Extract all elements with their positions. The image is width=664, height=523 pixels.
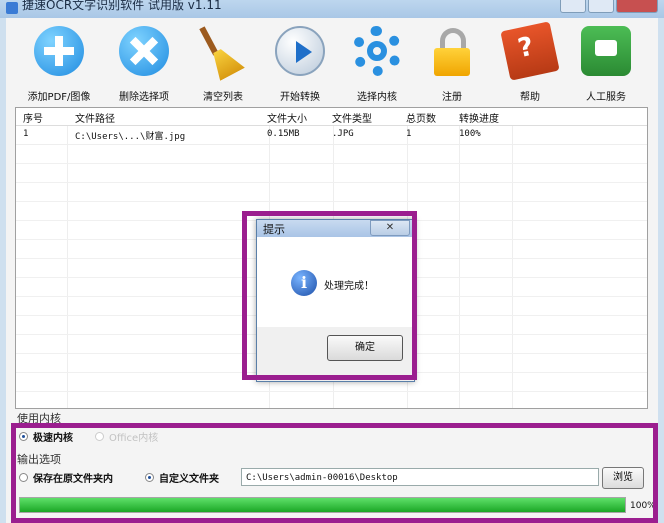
row-pages: 1 (406, 129, 412, 139)
window-title: 捷速OCR文字识别软件 试用版 v1.11 (22, 0, 222, 12)
table-header: 序号 文件路径 文件大小 文件类型 总页数 转换进度 (16, 108, 647, 126)
row-index: 1 (23, 129, 29, 139)
toolbar: 添加PDF/图像 删除选择项 清空列表 开始转换 选择内核 注册 帮助 人工服 (6, 18, 658, 104)
manual-service-button[interactable]: 人工服务 (561, 26, 651, 104)
table-row[interactable]: 1 C:\Users\...\财富.jpg 0.15MB .JPG 1 100% (16, 126, 647, 145)
row-size: 0.15MB (267, 129, 300, 139)
maximize-button[interactable] (588, 0, 614, 13)
delete-selected-label: 删除选择项 (119, 92, 169, 103)
row-type: .JPG (332, 129, 354, 139)
window-controls (560, 0, 658, 14)
add-pdf-image-label: 添加PDF/图像 (27, 92, 91, 103)
row-path: C:\Users\...\财富.jpg (75, 132, 186, 142)
help-book-icon (500, 21, 560, 81)
minimize-button[interactable] (560, 0, 586, 13)
register-button[interactable]: 注册 (407, 26, 497, 104)
column-header-size[interactable]: 文件大小 (267, 110, 307, 125)
app-icon (6, 2, 18, 14)
add-icon (34, 26, 84, 76)
add-pdf-image-button[interactable]: 添加PDF/图像 (14, 26, 104, 104)
close-button[interactable] (616, 0, 658, 13)
app-client-area: 添加PDF/图像 删除选择项 清空列表 开始转换 选择内核 注册 帮助 人工服 (6, 18, 658, 523)
column-header-index[interactable]: 序号 (23, 110, 43, 125)
play-icon (275, 26, 325, 76)
column-header-type[interactable]: 文件类型 (332, 110, 372, 125)
column-header-progress[interactable]: 转换进度 (459, 110, 499, 125)
dialog-highlight-frame (242, 211, 417, 380)
gear-icon (352, 26, 402, 76)
broom-icon (198, 26, 248, 76)
column-header-path[interactable]: 文件路径 (75, 110, 115, 125)
lock-icon (427, 26, 477, 76)
register-label: 注册 (442, 92, 462, 103)
delete-selected-button[interactable]: 删除选择项 (99, 26, 189, 104)
manual-service-label: 人工服务 (586, 92, 626, 103)
options-highlight-frame (11, 423, 658, 523)
column-header-pages[interactable]: 总页数 (406, 110, 436, 125)
phone-icon (581, 26, 631, 76)
row-progress: 100% (459, 129, 481, 139)
delete-icon (119, 26, 169, 76)
title-bar: 捷速OCR文字识别软件 试用版 v1.11 (0, 0, 664, 18)
